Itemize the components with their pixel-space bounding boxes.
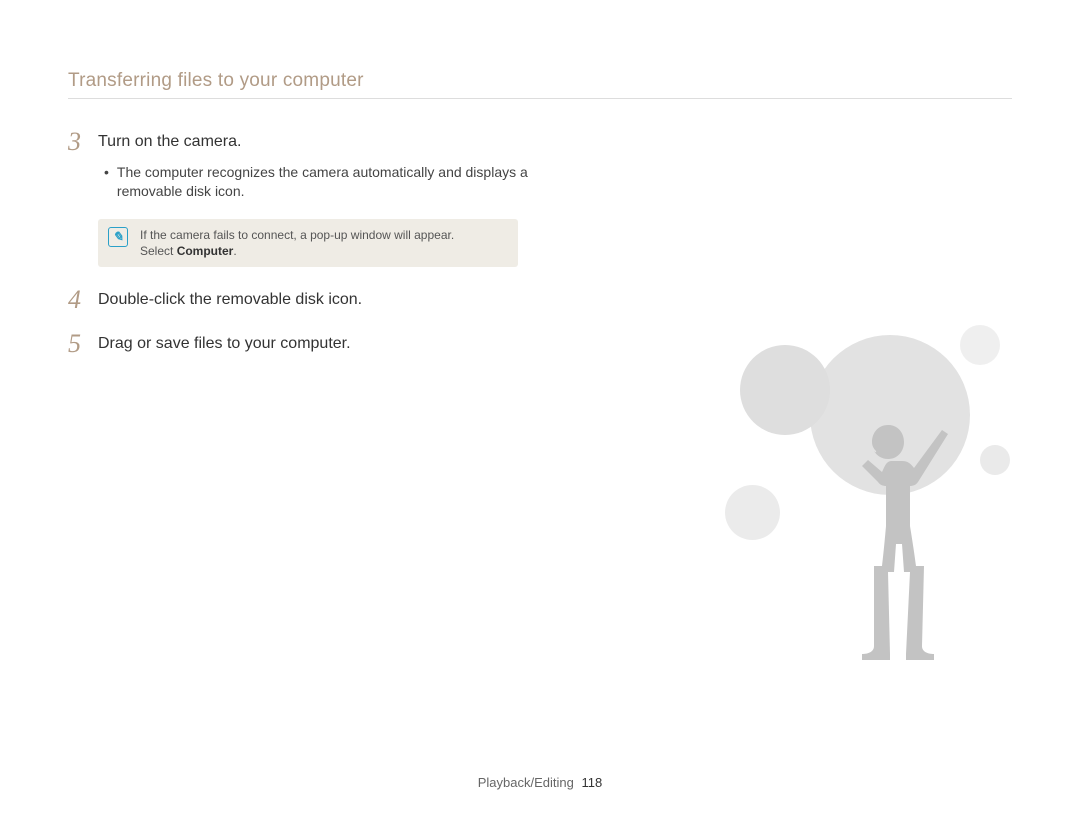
step-4: 4 Double-click the removable disk icon.	[68, 287, 538, 313]
bullet-icon: •	[104, 163, 109, 201]
note-line1: If the camera fails to connect, a pop-up…	[140, 228, 454, 242]
bubble-icon	[740, 345, 830, 435]
note-text: If the camera fails to connect, a pop-up…	[140, 227, 454, 259]
step-number: 3	[68, 129, 98, 201]
bubble-icon	[980, 445, 1010, 475]
bubble-icon	[960, 325, 1000, 365]
page-title: Transferring files to your computer	[68, 70, 1012, 99]
step-body: Double-click the removable disk icon.	[98, 287, 538, 313]
sub-list: • The computer recognizes the camera aut…	[98, 163, 538, 201]
note-line2-bold: Computer	[177, 244, 234, 258]
footer-section: Playback/Editing	[478, 775, 574, 790]
note-line2-suffix: .	[233, 244, 236, 258]
bubble-icon	[725, 485, 780, 540]
step-body: Turn on the camera. • The computer recog…	[98, 129, 538, 201]
note-line2-prefix: Select	[140, 244, 177, 258]
content-column: 3 Turn on the camera. • The computer rec…	[68, 129, 538, 357]
sub-item-text: The computer recognizes the camera autom…	[117, 163, 538, 201]
step-3: 3 Turn on the camera. • The computer rec…	[68, 129, 538, 201]
step-number: 4	[68, 287, 98, 313]
page: Transferring files to your computer 3 Tu…	[0, 0, 1080, 815]
note-box: ✎ If the camera fails to connect, a pop-…	[98, 219, 518, 267]
step-text: Turn on the camera.	[98, 132, 538, 153]
decorative-illustration	[690, 325, 1010, 685]
step-number: 5	[68, 331, 98, 357]
step-5: 5 Drag or save files to your computer.	[68, 331, 538, 357]
step-text: Double-click the removable disk icon.	[98, 290, 538, 311]
step-body: Drag or save files to your computer.	[98, 331, 538, 357]
sub-item: • The computer recognizes the camera aut…	[104, 163, 538, 201]
footer: Playback/Editing 118	[0, 775, 1080, 790]
step-text: Drag or save files to your computer.	[98, 334, 538, 355]
note-icon: ✎	[108, 227, 128, 247]
page-number: 118	[582, 775, 603, 790]
child-silhouette-icon	[830, 425, 950, 685]
